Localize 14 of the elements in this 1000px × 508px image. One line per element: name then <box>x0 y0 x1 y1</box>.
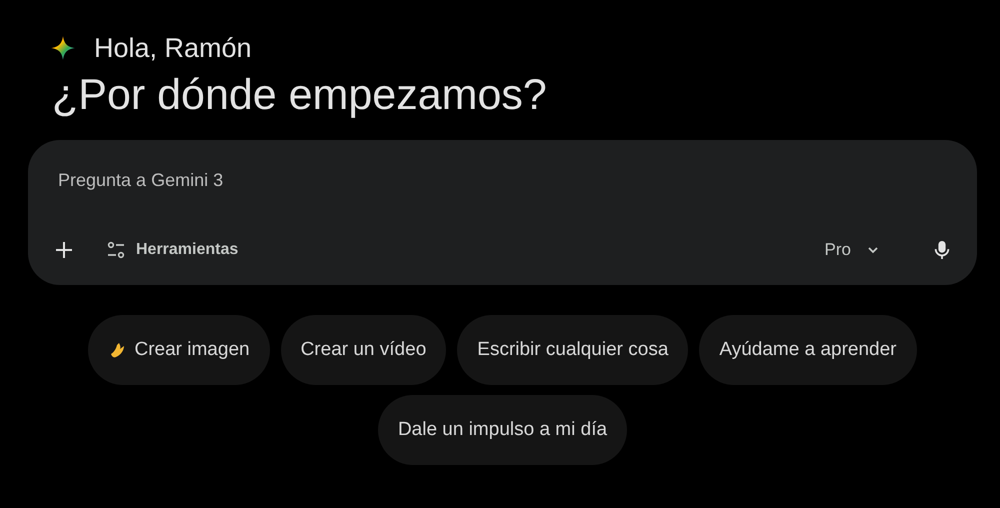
suggestion-chip[interactable]: Ayúdame a aprender <box>699 315 917 385</box>
sliders-icon <box>106 240 126 260</box>
heading: ¿Por dónde empezamos? <box>52 70 548 120</box>
model-selector[interactable]: Pro <box>814 234 889 266</box>
plus-icon <box>54 240 74 260</box>
greeting: Hola, Ramón <box>94 32 252 64</box>
tools-button[interactable]: Herramientas <box>98 234 246 266</box>
prompt-input-field[interactable]: Pregunta a Gemini 3 <box>48 166 668 195</box>
suggestion-chip[interactable]: Crear un vídeo <box>280 315 446 385</box>
suggestion-chip[interactable]: Dale un impulso a mi día <box>378 395 628 465</box>
sparkle-icon <box>50 35 76 61</box>
microphone-icon <box>933 239 951 261</box>
suggestion-chip[interactable]: Crear imagen <box>88 315 270 385</box>
suggestion-chip[interactable]: Escribir cualquier cosa <box>457 315 688 385</box>
